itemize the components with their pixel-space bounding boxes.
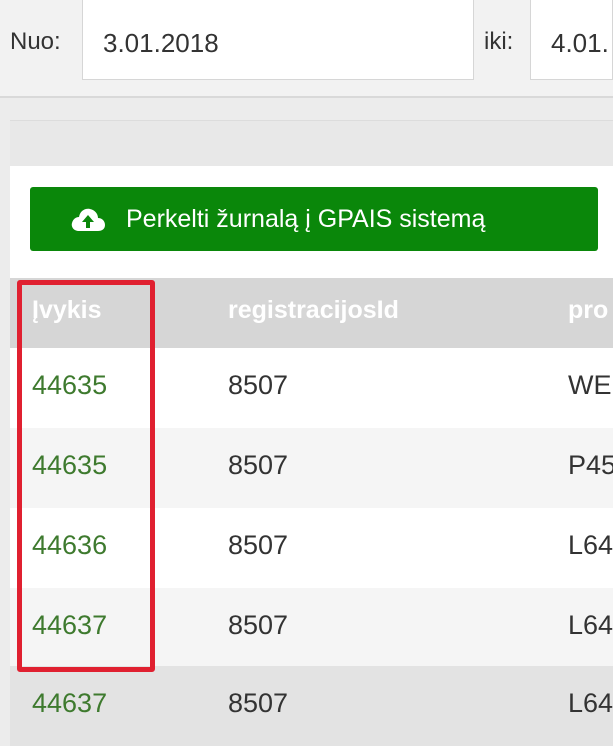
from-date-label: Nuo:	[10, 28, 61, 55]
table-row[interactable]: 44637 8507 L64	[10, 666, 613, 746]
pro-cell: L64	[568, 610, 613, 640]
transfer-to-gpais-button[interactable]: Perkelti žurnalą į GPAIS sistemą	[30, 187, 598, 251]
panel-header	[10, 120, 613, 167]
column-header-registracijos-id[interactable]: registracijosId	[228, 296, 399, 325]
transfer-button-label: Perkelti žurnalą į GPAIS sistemą	[126, 204, 486, 233]
cloud-upload-icon	[71, 208, 105, 231]
ivykis-link[interactable]: 44637	[32, 688, 107, 719]
registracijos-id-cell: 8507	[228, 450, 289, 480]
registracijos-id-cell: 8507	[228, 610, 289, 640]
registracijos-id-cell: 8507	[228, 370, 289, 400]
column-header-pro[interactable]: pro	[568, 296, 608, 325]
registracijos-id-cell: 8507	[228, 688, 289, 718]
to-date-label: iki:	[484, 28, 514, 55]
to-date-input[interactable]: 4.01.	[530, 0, 613, 80]
highlight-box	[17, 280, 155, 672]
pro-cell: P45	[568, 450, 613, 480]
date-filter-bar: Nuo: 3.01.2018 iki: 4.01.	[0, 0, 613, 98]
from-date-input[interactable]: 3.01.2018	[82, 0, 474, 80]
registracijos-id-cell: 8507	[228, 530, 289, 560]
pro-cell: L64	[568, 530, 613, 560]
pro-cell: WE	[568, 370, 612, 400]
divider	[0, 96, 613, 98]
pro-cell: L64	[568, 688, 613, 718]
